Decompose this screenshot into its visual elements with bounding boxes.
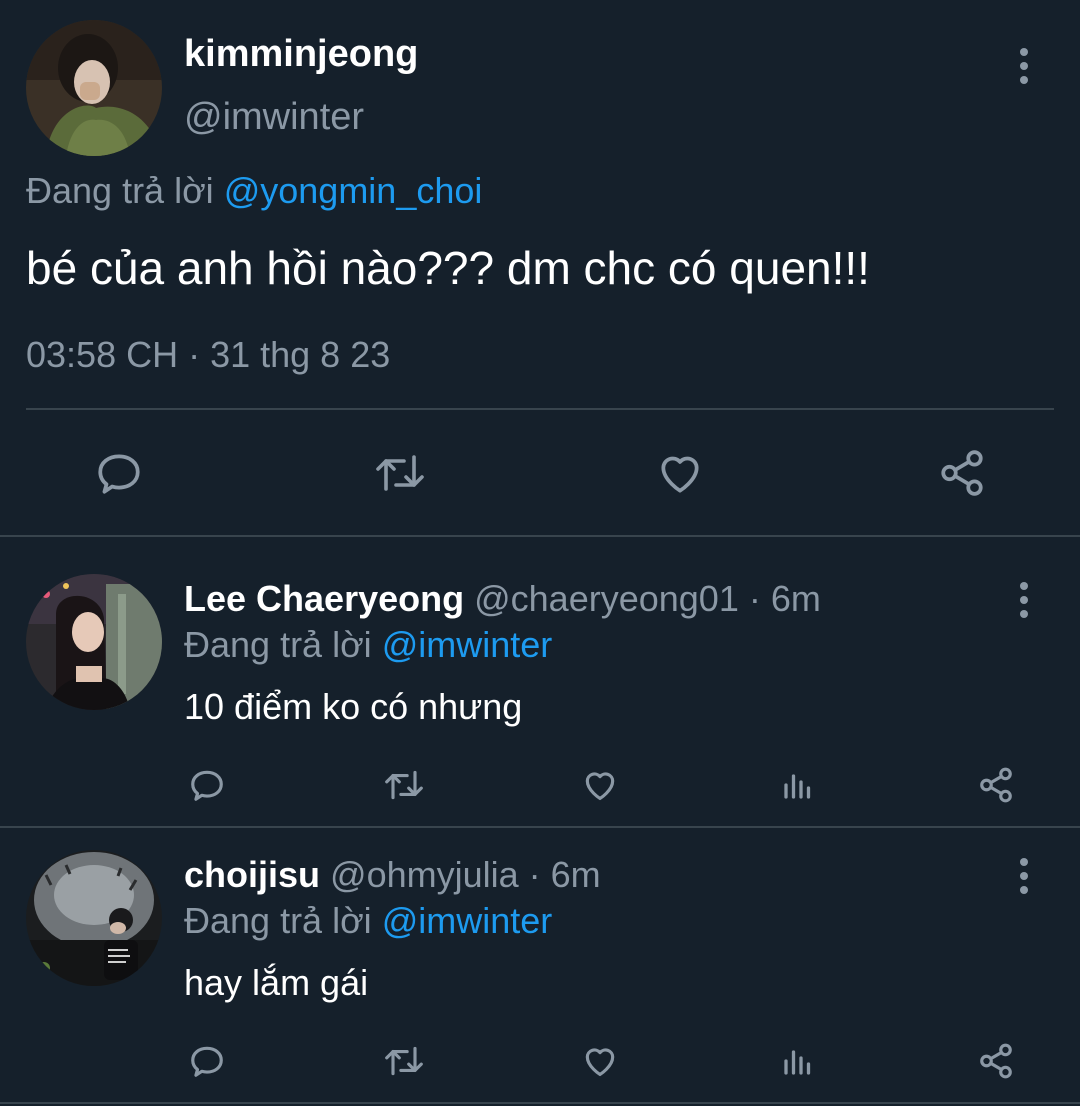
reply-to-link[interactable]: @yongmin_choi — [224, 170, 483, 211]
share-icon[interactable] — [976, 1042, 1016, 1080]
retweet-icon[interactable] — [372, 448, 428, 498]
divider — [26, 408, 1054, 410]
reply-prefix: Đang trả lời — [184, 900, 372, 941]
reply-to-link[interactable]: @imwinter — [382, 624, 553, 665]
reply-header: Lee Chaeryeong @chaeryeong01 · 6m — [184, 578, 821, 620]
display-name[interactable]: choijisu — [184, 854, 320, 895]
share-icon[interactable] — [976, 766, 1016, 804]
handle-time[interactable]: @ohmyjulia · 6m — [330, 854, 601, 895]
reply-text: 10 điểm ko có nhưng — [184, 686, 523, 727]
avatar[interactable] — [26, 574, 162, 710]
reply-icon[interactable] — [94, 448, 144, 498]
retweet-icon[interactable] — [382, 766, 426, 804]
timestamp[interactable]: 03:58 CH · 31 thg 8 23 — [26, 334, 390, 376]
like-icon[interactable] — [654, 448, 706, 498]
more-options-icon[interactable] — [1020, 858, 1028, 894]
share-icon[interactable] — [936, 448, 988, 498]
display-name[interactable]: kimminjeong — [184, 34, 418, 74]
avatar[interactable] — [26, 850, 162, 986]
display-name[interactable]: Lee Chaeryeong — [184, 578, 464, 619]
reply-context: Đang trả lời @yongmin_choi — [26, 170, 482, 212]
reply-icon[interactable] — [188, 766, 226, 804]
divider — [0, 1102, 1080, 1104]
avatar[interactable] — [26, 20, 162, 156]
more-options-icon[interactable] — [1020, 48, 1028, 84]
like-icon[interactable] — [580, 766, 620, 804]
reply-prefix: Đang trả lời — [184, 624, 372, 665]
reply-context: Đang trả lời @imwinter — [184, 624, 552, 666]
more-options-icon[interactable] — [1020, 582, 1028, 618]
reply-context: Đang trả lời @imwinter — [184, 900, 552, 942]
tweet-text: bé của anh hồi nào??? dm chc có quen!!! — [26, 242, 870, 294]
handle[interactable]: @imwinter — [184, 96, 364, 138]
reply-icon[interactable] — [188, 1042, 226, 1080]
retweet-icon[interactable] — [382, 1042, 426, 1080]
handle-time[interactable]: @chaeryeong01 · 6m — [474, 578, 821, 619]
divider — [0, 535, 1080, 537]
reply-header: choijisu @ohmyjulia · 6m — [184, 854, 601, 896]
analytics-icon[interactable] — [780, 1042, 816, 1080]
reply-to-link[interactable]: @imwinter — [382, 900, 553, 941]
reply-text: hay lắm gái — [184, 962, 369, 1003]
analytics-icon[interactable] — [780, 766, 816, 804]
reply-prefix: Đang trả lời — [26, 170, 214, 211]
divider — [0, 826, 1080, 828]
like-icon[interactable] — [580, 1042, 620, 1080]
